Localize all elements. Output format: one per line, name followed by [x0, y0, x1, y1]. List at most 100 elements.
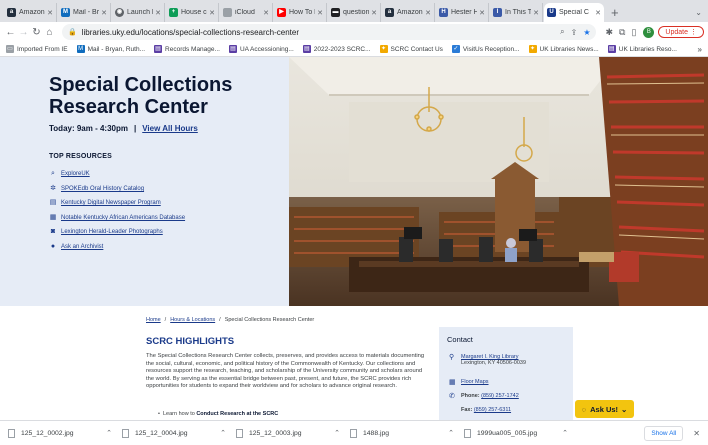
view-all-hours-link[interactable]: View All Hours	[142, 124, 198, 133]
tab-amazon-2[interactable]: aAmazon.c✕	[382, 3, 435, 22]
close-icon[interactable]: ✕	[371, 9, 377, 17]
conduct-research-link[interactable]: Conduct Research at the SCRC	[196, 411, 278, 417]
reload-icon[interactable]: ↻	[30, 27, 43, 38]
resource-link[interactable]: Kentucky Digital Newspaper Program	[61, 200, 161, 206]
address-bar[interactable]: 🔒 libraries.uky.edu/locations/special-co…	[62, 24, 597, 40]
close-icon[interactable]: ✕	[317, 9, 323, 17]
sidebar-icon[interactable]: ▯	[631, 27, 636, 38]
share-icon[interactable]: ⇪	[571, 28, 578, 37]
close-icon[interactable]: ✕	[479, 9, 485, 17]
extension-icon[interactable]: ✱	[605, 27, 613, 38]
tab-label: House co	[181, 9, 207, 16]
bookmark-item[interactable]: ✦ SCRC Contact Us	[379, 45, 443, 53]
bookmark-item[interactable]: ▤ Records Manage...	[154, 45, 220, 53]
bookmark-item[interactable]: ▤ UK Libraries Reso...	[607, 45, 677, 53]
tab-special-collections[interactable]: U Special C ✕	[544, 3, 604, 22]
new-tab-button[interactable]: +	[605, 3, 625, 22]
download-item[interactable]: 125_12_0004.jpg ⌃	[122, 428, 236, 438]
download-filename[interactable]: 1488.jpg	[363, 430, 448, 437]
tab-amazon[interactable]: a Amazon ✕	[4, 3, 57, 22]
chevron-up-icon[interactable]: ⌃	[448, 429, 454, 437]
download-item[interactable]: 125_12_0003.jpg ⌃	[236, 428, 350, 438]
breadcrumb: Home / Hours & Locations / Special Collectio…	[146, 317, 314, 323]
bookmark-item[interactable]: ✓ VisitUs Reception...	[451, 45, 520, 53]
fax-row: Fax: (859) 257-6311	[461, 407, 511, 413]
resource-link[interactable]: Ask an Archivist	[61, 244, 103, 250]
chevron-up-icon[interactable]: ⌃	[334, 429, 340, 437]
more-bookmarks-icon[interactable]: »	[698, 45, 702, 54]
forward-icon[interactable]: →	[17, 27, 30, 38]
ask-us-label: Ask Us!	[590, 404, 619, 414]
close-icon[interactable]: ✕	[533, 9, 539, 17]
bookmark-item[interactable]: ▤ UA Accessioning...	[228, 45, 294, 53]
tab-launch[interactable]: ◉Launch M✕	[112, 3, 165, 22]
close-icon[interactable]: ✕	[101, 9, 107, 17]
phone-icon: ✆	[449, 393, 455, 400]
url-text[interactable]: libraries.uky.edu/locations/special-coll…	[82, 28, 554, 37]
breadcrumb-home[interactable]: Home	[146, 317, 161, 323]
bookmark-star-icon[interactable]: ★	[583, 28, 590, 37]
resource-item[interactable]: ✲ SPOKEdb Oral History Catalog	[49, 182, 185, 197]
mail-icon: M	[61, 8, 70, 17]
ask-us-button[interactable]: ◌ Ask Us! ⌄	[575, 400, 634, 418]
resource-link[interactable]: ExploreUK	[61, 171, 90, 177]
resource-link[interactable]: Notable Kentucky African Americans Datab…	[61, 215, 185, 221]
breadcrumb-separator: /	[164, 317, 167, 323]
chevron-up-icon[interactable]: ⌃	[220, 429, 226, 437]
breadcrumb-hours-locations[interactable]: Hours & Locations	[170, 317, 215, 323]
resource-link[interactable]: Lexington Herald-Leader Photographs	[61, 229, 163, 235]
tab-search-chevron-icon[interactable]: ⌄	[689, 3, 708, 22]
resource-item[interactable]: ◙ Lexington Herald-Leader Photographs	[49, 225, 185, 240]
download-item[interactable]: 125_12_0002.jpg ⌃	[8, 428, 122, 438]
download-filename[interactable]: 125_12_0004.jpg	[135, 430, 220, 437]
phone-row: ✆ Phone: (859) 257-1742	[449, 393, 519, 400]
bookmark-item[interactable]: ▭ Imported From IE	[6, 45, 68, 53]
close-icon[interactable]: ✕	[209, 9, 215, 17]
tab-mail[interactable]: MMail - Bry✕	[58, 3, 111, 22]
resource-item[interactable]: ▦ Notable Kentucky African Americans Data…	[49, 211, 185, 226]
back-icon[interactable]: ←	[4, 27, 17, 38]
resource-link[interactable]: SPOKEdb Oral History Catalog	[61, 186, 144, 192]
avatar[interactable]: B	[643, 26, 655, 38]
update-button[interactable]: Update ⋮	[658, 26, 704, 38]
tab-in-this-time[interactable]: I In This Ti ✕	[490, 3, 543, 22]
puzzle-icon[interactable]: ⧉	[619, 27, 625, 38]
download-filename[interactable]: 1999ua005_005.jpg	[477, 430, 562, 437]
close-icon[interactable]: ✕	[263, 9, 269, 17]
resource-item[interactable]: ● Ask an Archivist	[49, 240, 185, 255]
home-icon[interactable]: ⌂	[43, 27, 56, 38]
tab-house[interactable]: +House co✕	[166, 3, 219, 22]
tab-label: Hester H	[451, 9, 478, 16]
fax-link[interactable]: (859) 257-6311	[474, 407, 511, 413]
download-item[interactable]: 1999ua005_005.jpg ⌃	[464, 428, 578, 438]
tab-icloud[interactable]: iCloud ✕	[220, 3, 273, 22]
show-all-button[interactable]: Show All	[644, 425, 684, 441]
top-resources-list: ⌕ ExploreUK ✲ SPOKEdb Oral History Catalog…	[49, 167, 185, 254]
resource-item[interactable]: ⌕ ExploreUK	[49, 167, 185, 182]
bookmark-item[interactable]: ▤ 2022-2023 SCRC...	[302, 45, 371, 53]
tab-hester[interactable]: H Hester H ✕	[436, 3, 489, 22]
chevron-up-icon[interactable]: ⌃	[106, 429, 112, 437]
zoom-icon[interactable]: ⌕	[560, 27, 564, 37]
download-item[interactable]: 1488.jpg ⌃	[350, 428, 464, 438]
close-icon[interactable]: ✕	[595, 9, 601, 17]
tab-question[interactable]: ▬ question: ✕	[328, 3, 381, 22]
reading-room-photo	[289, 57, 708, 306]
close-icon[interactable]: ✕	[47, 9, 53, 17]
bookmark-item[interactable]: M Mail - Bryan, Ruth...	[76, 45, 145, 53]
lock-icon[interactable]: 🔒	[68, 28, 77, 36]
chevron-up-icon[interactable]: ⌃	[562, 429, 568, 437]
phone-link[interactable]: (859) 257-1742	[481, 393, 519, 399]
close-icon[interactable]: ✕	[693, 429, 700, 438]
tab-youtube[interactable]: ▶How To K✕	[274, 3, 327, 22]
download-filename[interactable]: 125_12_0002.jpg	[21, 430, 106, 437]
divider: |	[133, 124, 137, 133]
floor-maps-link[interactable]: Floor Maps	[461, 379, 489, 385]
doc-icon: ▤	[154, 45, 163, 53]
bookmark-label: Records Manage...	[165, 45, 220, 53]
close-icon[interactable]: ✕	[425, 9, 431, 17]
download-filename[interactable]: 125_12_0003.jpg	[249, 430, 334, 437]
resource-item[interactable]: ▤ Kentucky Digital Newspaper Program	[49, 196, 185, 211]
bookmark-item[interactable]: ✦ UK Libraries News...	[528, 45, 599, 53]
close-icon[interactable]: ✕	[155, 9, 161, 17]
